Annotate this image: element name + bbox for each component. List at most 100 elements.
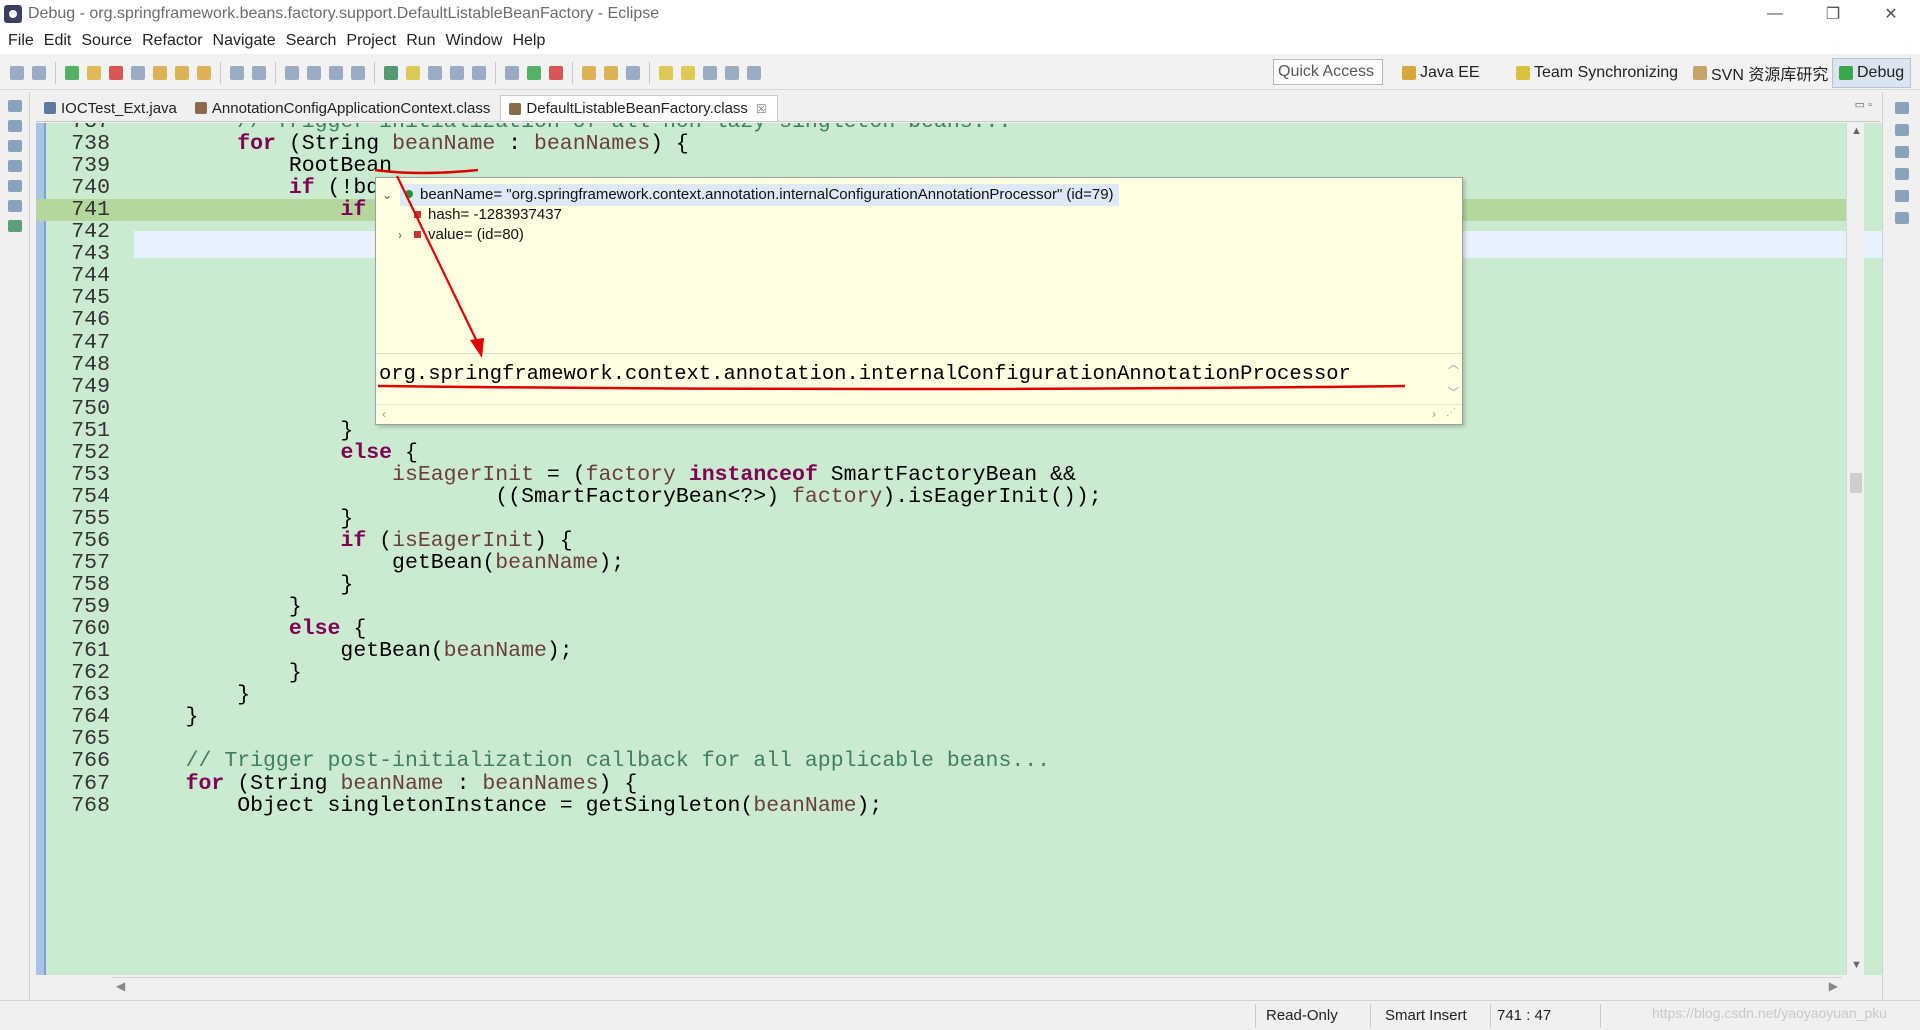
new-icon[interactable] [10,65,24,80]
debug-config-icon[interactable] [505,65,519,80]
open-type-icon[interactable] [307,65,321,80]
insert-mode-status[interactable]: Smart Insert [1385,1007,1467,1024]
paragraph-icon[interactable] [472,65,486,80]
external-tools-icon[interactable] [549,65,563,80]
table-view-icon[interactable] [7,220,22,232]
mark-occurrences-icon[interactable] [406,65,420,80]
code-line[interactable]: 755 } [36,508,1846,530]
tab-annotation-config-context[interactable]: AnnotationConfigApplicationContext.class [187,95,501,121]
expand-chevron-icon[interactable]: › [398,224,402,246]
code-line[interactable]: 764 } [36,706,1846,728]
tree-node-hash[interactable]: hash= -1283937437 [414,204,562,226]
menu-window[interactable]: Window [446,32,503,50]
code-line[interactable]: 759 } [36,596,1846,618]
tab-default-listable-bean-factory[interactable]: DefaultListableBeanFactory.class ☒ [500,95,778,121]
code-line[interactable]: 753 isEagerInit = (factory instanceof Sm… [36,464,1846,486]
save-all-icon[interactable] [351,65,365,80]
scroll-left-icon[interactable]: ◀ [116,979,125,993]
code-line[interactable]: 761 getBean(beanName); [36,640,1846,662]
menu-run[interactable]: Run [406,32,435,50]
minimize-button[interactable]: — [1746,0,1804,28]
popup-horizontal-scrollbar[interactable]: ‹ › ⋰ [376,404,1462,424]
detail-pane[interactable]: org.springframework.context.annotation.i… [376,353,1462,403]
block-selection-icon[interactable] [428,65,442,80]
use-step-filters-icon[interactable] [252,65,266,80]
back-icon[interactable] [725,65,739,80]
skip-breakpoints-icon[interactable] [32,65,46,80]
scroll-down-icon[interactable]: ▼ [1851,959,1862,971]
pin-icon[interactable] [384,65,398,80]
tree-node-beanname[interactable]: ⌄ beanName= "org.springframework.context… [382,184,1119,206]
perspective-debug[interactable]: Debug [1832,58,1912,88]
perspective-java-ee[interactable]: Java EE [1402,58,1480,88]
code-line[interactable]: 767 for (String beanName : beanNames) { [36,772,1846,794]
open-task-icon[interactable] [604,65,618,80]
step-return-icon[interactable] [197,65,211,80]
menu-refactor[interactable]: Refactor [142,32,202,50]
minimize-maximize-icon[interactable]: ▭ ▫ [1855,98,1872,111]
code-line[interactable]: 762 } [36,662,1846,684]
show-whitespace-icon[interactable] [450,65,464,80]
perspective-svn[interactable]: SVN 资源库研究 [1693,58,1828,88]
last-edit-location-icon[interactable] [703,65,717,80]
tab-ioctest-ext[interactable]: IOCTest_Ext.java [36,95,187,121]
menu-navigate[interactable]: Navigate [213,32,276,50]
scroll-right-icon[interactable]: › [1432,407,1436,421]
code-line[interactable]: 754 ((SmartFactoryBean<?>) factory).isEa… [36,486,1846,508]
editor-vertical-scrollbar[interactable]: ▲ ▼ [1846,123,1864,975]
detail-vertical-scrollbar[interactable]: ︿ ﹀ [1444,354,1462,404]
restore-button[interactable]: ❐ [1804,0,1862,28]
code-line[interactable]: 757 getBean(beanName); [36,552,1846,574]
scroll-left-icon[interactable]: ‹ [382,407,386,421]
menu-search[interactable]: Search [286,32,337,50]
menu-file[interactable]: File [8,32,34,50]
menu-source[interactable]: Source [81,32,132,50]
prev-annotation-icon[interactable] [681,65,695,80]
resume-icon[interactable] [65,65,79,80]
save-icon[interactable] [329,65,343,80]
restore-view-icon[interactable] [7,160,22,172]
code-line[interactable]: 752 else { [36,442,1846,464]
restore-view-icon[interactable] [1894,190,1909,202]
step-into-icon[interactable] [153,65,167,80]
code-line[interactable]: 756 if (isEagerInit) { [36,530,1846,552]
code-line[interactable]: 765 [36,728,1846,750]
console-view-icon[interactable] [7,200,22,212]
resize-grip-icon[interactable]: ⋰ [1446,407,1456,418]
code-line[interactable]: 768 Object singletonInstance = getSingle… [36,794,1846,816]
variables-view-icon[interactable] [1894,124,1909,136]
forward-icon[interactable] [747,65,761,80]
code-line[interactable]: 758 } [36,574,1846,596]
collapse-chevron-icon[interactable]: ⌄ [382,184,392,206]
code-line[interactable]: 760 else { [36,618,1846,640]
outline-view-icon[interactable] [7,180,22,192]
code-line[interactable]: 763 } [36,684,1846,706]
step-over-icon[interactable] [175,65,189,80]
scrollbar-thumb[interactable] [1850,473,1862,493]
scroll-up-icon[interactable]: ▲ [1851,125,1862,137]
new-wizard-icon[interactable] [285,65,299,80]
open-folder-icon[interactable] [582,65,596,80]
editor-horizontal-scrollbar[interactable]: ◀ ▶ [112,977,1842,995]
code-line[interactable]: 738 for (String beanName : beanNames) { [36,133,1846,155]
debug-view-icon[interactable] [7,120,22,132]
tab-close-icon[interactable]: ☒ [756,102,767,116]
menu-edit[interactable]: Edit [44,32,72,50]
scroll-up-icon[interactable]: ︿ [1448,356,1459,372]
outline-view-icon[interactable] [1894,212,1909,224]
expressions-view-icon[interactable] [1894,168,1909,180]
menu-help[interactable]: Help [512,32,545,50]
code-line[interactable]: 739 RootBean [36,155,1846,177]
code-line[interactable]: 766 // Trigger post-initialization callb… [36,750,1846,772]
perspective-team-sync[interactable]: Team Synchronizing [1516,58,1678,88]
run-icon[interactable] [527,65,541,80]
search-tool-icon[interactable] [626,65,640,80]
drop-to-frame-icon[interactable] [230,65,244,80]
scroll-right-icon[interactable]: ▶ [1829,979,1838,993]
breakpoints-view-icon[interactable] [1894,146,1909,158]
disconnect-icon[interactable] [131,65,145,80]
servers-view-icon[interactable] [7,140,22,152]
next-annotation-icon[interactable] [659,65,673,80]
restore-view-icon[interactable] [1894,102,1909,114]
quick-access-field[interactable] [1273,59,1383,85]
